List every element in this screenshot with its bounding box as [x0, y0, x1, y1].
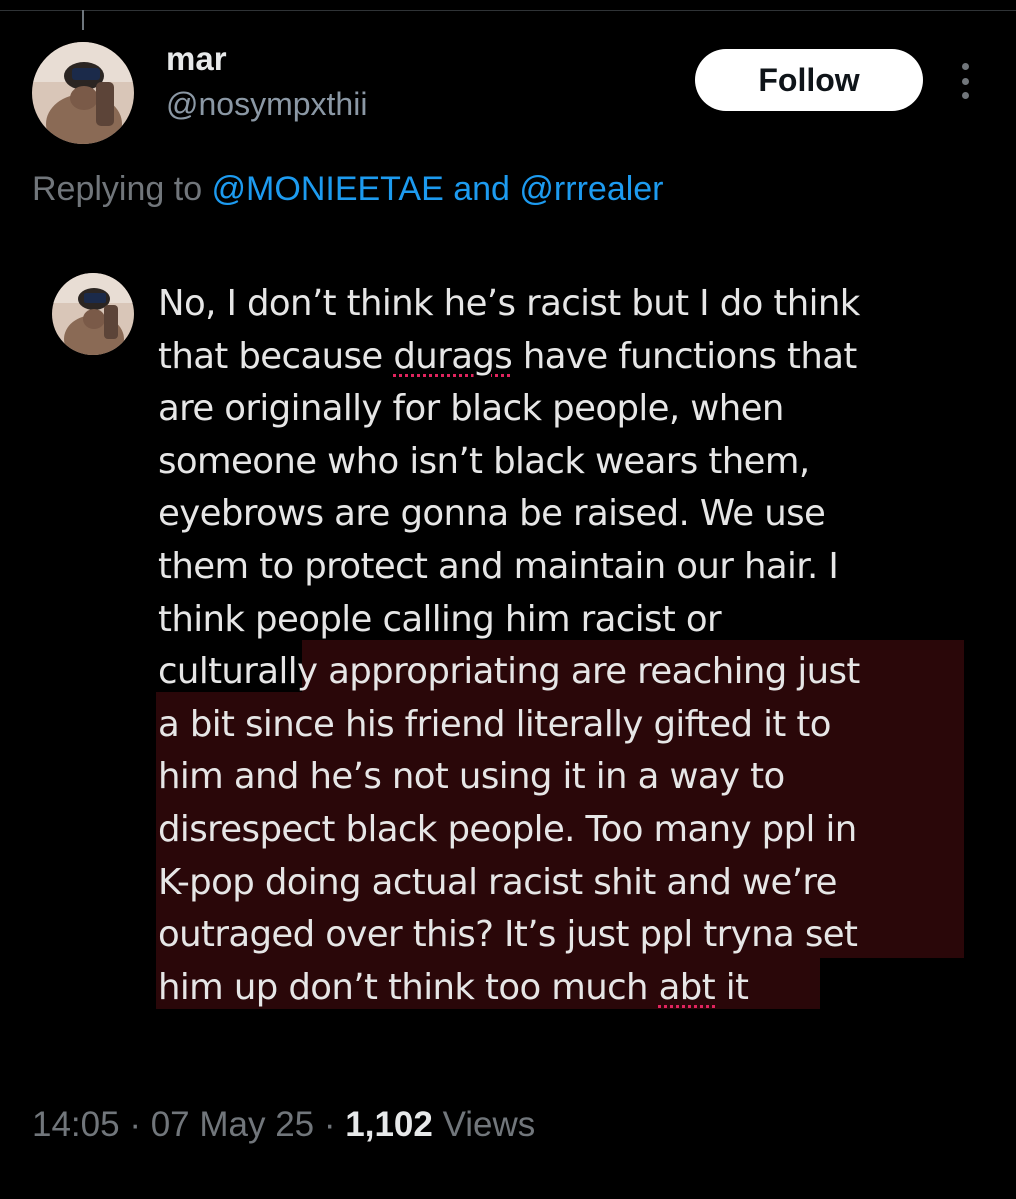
- meta-separator: ·: [314, 1105, 346, 1144]
- replying-conjunction: and: [443, 170, 520, 208]
- text-segment: that because: [158, 335, 394, 377]
- text-line: him up don’t think too much abt it: [158, 962, 988, 1015]
- text-line: disrespect black people. Too many ppl in: [158, 808, 857, 850]
- text-segment: have functions that: [512, 335, 857, 377]
- views-label: Views: [432, 1105, 536, 1144]
- thread-connector-line: [82, 10, 84, 30]
- text-line: are originally for black people, when: [158, 388, 784, 430]
- user-handle[interactable]: @nosympxthii: [166, 86, 367, 123]
- text-line: outraged over this? It’s just ppl tryna …: [158, 914, 858, 956]
- quoted-text: No, I don’t think he’s racist but I do t…: [158, 278, 988, 1014]
- replying-to: Replying to @MONIEETAE and @rrrealer: [32, 170, 664, 209]
- divider: [0, 10, 1016, 11]
- more-vertical-icon[interactable]: [955, 63, 975, 99]
- post-time[interactable]: 14:05: [32, 1105, 120, 1144]
- quoted-avatar: [52, 273, 134, 355]
- text-line: someone who isn’t black wears them,: [158, 440, 810, 482]
- text-line: culturally appropriating are reaching ju…: [158, 651, 860, 693]
- post-date[interactable]: 07 May 25: [151, 1105, 314, 1144]
- mention-link[interactable]: @rrrealer: [519, 170, 663, 208]
- text-line: that because durags have functions that: [158, 331, 988, 384]
- text-line: a bit since his friend literally gifted …: [158, 703, 831, 745]
- avatar[interactable]: [32, 42, 134, 144]
- follow-button[interactable]: Follow: [695, 49, 923, 111]
- views-count: 1,102: [345, 1105, 433, 1144]
- display-name[interactable]: mar: [166, 40, 227, 78]
- text-segment: him up don’t think too much: [158, 966, 659, 1008]
- text-segment: it: [715, 966, 749, 1008]
- mention-link[interactable]: @MONIEETAE: [212, 170, 444, 208]
- text-line: them to protect and maintain our hair. I: [158, 545, 839, 587]
- text-line: No, I don’t think he’s racist but I do t…: [158, 283, 860, 324]
- spellcheck-word: abt: [658, 966, 716, 1008]
- text-line: think people calling him racist or: [158, 598, 722, 640]
- text-line: eyebrows are gonna be raised. We use: [158, 493, 826, 535]
- meta-separator: ·: [119, 1105, 151, 1144]
- replying-prefix: Replying to: [32, 170, 212, 208]
- text-line: K-pop doing actual racist shit and we’re: [158, 861, 837, 903]
- post-metadata: 14:05 · 07 May 25 · 1,102 Views: [32, 1105, 535, 1145]
- text-line: him and he’s not using it in a way to: [158, 756, 785, 798]
- spellcheck-word: durags: [393, 335, 513, 377]
